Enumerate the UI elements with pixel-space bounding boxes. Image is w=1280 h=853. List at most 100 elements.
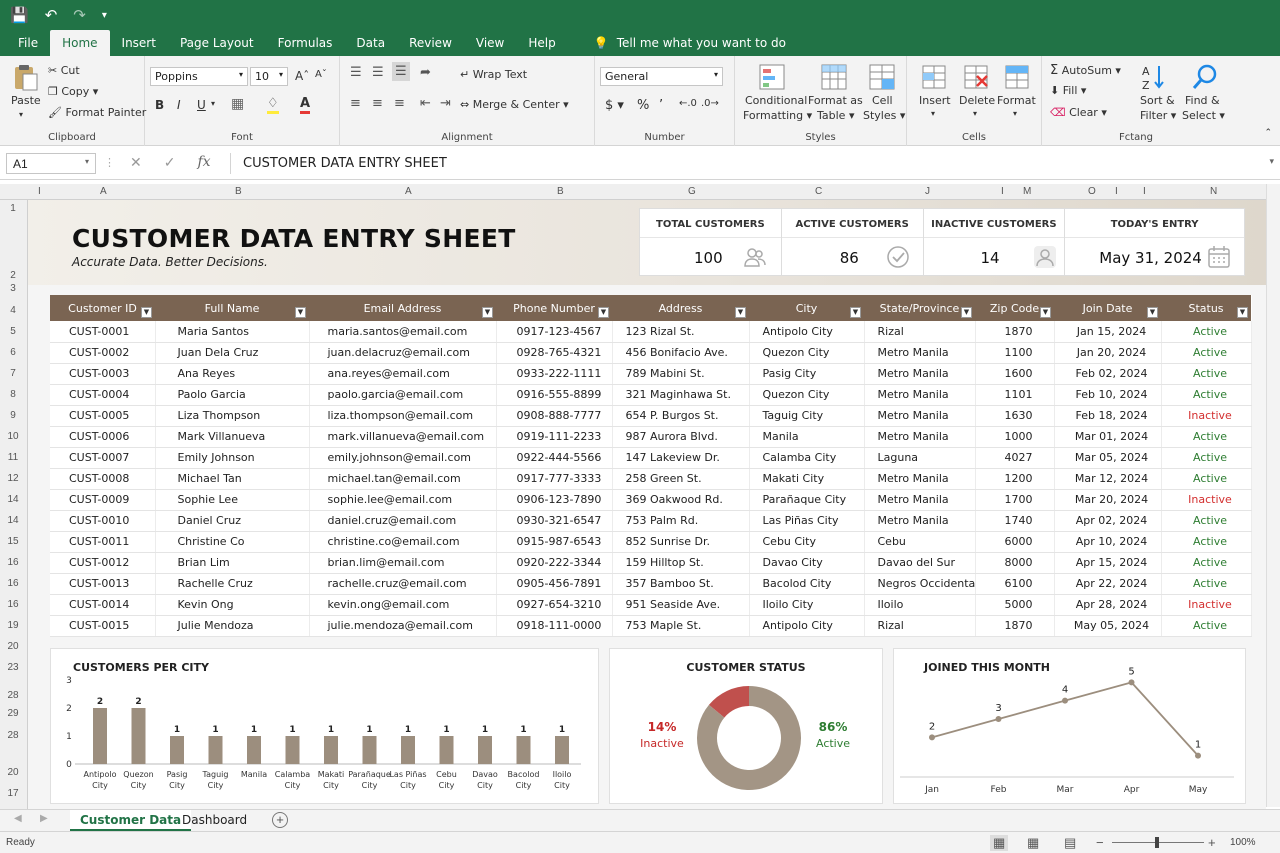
table-cell[interactable]: Cebu City xyxy=(749,531,865,553)
tab-formulas[interactable]: Formulas xyxy=(266,30,345,56)
filter-dropdown-icon[interactable]: ▼ xyxy=(1040,307,1051,318)
table-cell[interactable]: CUST-0002 xyxy=(50,342,156,364)
sheet-tab-dashboard[interactable]: Dashboard xyxy=(172,810,257,831)
table-cell[interactable]: Active xyxy=(1161,426,1252,448)
align-middle-icon[interactable]: ☰ xyxy=(372,65,384,80)
table-cell[interactable]: 1000 xyxy=(975,426,1055,448)
table-cell[interactable]: 123 Rizal St. xyxy=(612,321,750,343)
scroll-tabs-left-icon[interactable]: ◀ xyxy=(14,813,22,824)
table-cell[interactable]: Active xyxy=(1161,510,1252,532)
row-header[interactable]: 6 xyxy=(0,347,26,358)
table-cell[interactable]: 6000 xyxy=(975,531,1055,553)
row-header[interactable]: 7 xyxy=(0,368,26,379)
table-cell[interactable]: Negros Occidental xyxy=(864,573,976,595)
table-cell[interactable]: maria.santos@email.com xyxy=(309,321,497,343)
table-cell[interactable]: Active xyxy=(1161,363,1252,385)
table-cell[interactable]: CUST-0007 xyxy=(50,447,156,469)
row-header[interactable]: 1 xyxy=(0,203,26,214)
decrease-indent-icon[interactable]: ⇤ xyxy=(420,96,431,111)
table-cell[interactable]: 0906-123-7890 xyxy=(496,489,613,511)
table-cell[interactable]: Active xyxy=(1161,384,1252,406)
column-header[interactable]: A xyxy=(100,186,107,197)
increase-decimal-icon[interactable]: ←.0 xyxy=(679,98,697,109)
page-break-view-icon[interactable]: ▤ xyxy=(1064,835,1076,851)
table-cell[interactable]: Laguna xyxy=(864,447,976,469)
table-cell[interactable]: Emily Johnson xyxy=(155,447,310,469)
row-header[interactable]: 12 xyxy=(0,473,26,484)
find-select-icon[interactable] xyxy=(1190,62,1220,92)
merge-center-button[interactable]: ⇔ Merge & Center ▾ xyxy=(460,98,569,111)
cut-button[interactable]: ✂ Cut xyxy=(48,64,80,77)
table-cell[interactable]: Kevin Ong xyxy=(155,594,310,616)
table-cell[interactable]: 159 Hilltop St. xyxy=(612,552,750,574)
cell-styles-label-2[interactable]: Styles ▾ xyxy=(863,109,905,122)
row-header[interactable]: 20 xyxy=(0,767,26,778)
filter-dropdown-icon[interactable]: ▼ xyxy=(295,307,306,318)
table-cell[interactable]: Inactive xyxy=(1161,405,1252,427)
table-cell[interactable]: CUST-0015 xyxy=(50,615,156,637)
table-cell[interactable]: 753 Palm Rd. xyxy=(612,510,750,532)
table-cell[interactable]: Parañaque City xyxy=(749,489,865,511)
expand-formula-bar-icon[interactable]: ▾ xyxy=(1269,156,1274,167)
table-cell[interactable]: Michael Tan xyxy=(155,468,310,490)
row-header[interactable]: 16 xyxy=(0,599,26,610)
table-cell[interactable]: CUST-0001 xyxy=(50,321,156,343)
table-cell[interactable]: 951 Seaside Ave. xyxy=(612,594,750,616)
table-cell[interactable]: Jan 20, 2024 xyxy=(1054,342,1162,364)
currency-icon[interactable]: $ ▾ xyxy=(605,98,624,113)
grow-font-icon[interactable]: Aˆ xyxy=(295,69,309,83)
insert-button[interactable]: Insert xyxy=(919,94,951,107)
column-header[interactable]: M xyxy=(1023,186,1031,197)
fill-button[interactable]: ⬇ Fill ▾ xyxy=(1050,84,1086,97)
copy-button[interactable]: ❐ Copy ▾ xyxy=(48,85,98,98)
table-cell[interactable]: liza.thompson@email.com xyxy=(309,405,497,427)
table-cell[interactable]: 0919-111-2233 xyxy=(496,426,613,448)
table-cell[interactable]: Metro Manila xyxy=(864,468,976,490)
table-cell[interactable]: CUST-0006 xyxy=(50,426,156,448)
table-cell[interactable]: 0922-444-5566 xyxy=(496,447,613,469)
font-size-select[interactable]: 10 ▾ xyxy=(250,67,288,86)
table-cell[interactable]: Christine Co xyxy=(155,531,310,553)
table-cell[interactable]: 357 Bamboo St. xyxy=(612,573,750,595)
enter-icon[interactable]: ✓ xyxy=(164,154,176,171)
table-cell[interactable]: Mar 01, 2024 xyxy=(1054,426,1162,448)
paste-button[interactable]: Paste xyxy=(11,94,41,107)
table-cell[interactable]: Quezon City xyxy=(749,342,865,364)
delete-button[interactable]: Delete xyxy=(959,94,995,107)
table-cell[interactable]: 0933-222-1111 xyxy=(496,363,613,385)
table-cell[interactable]: 1100 xyxy=(975,342,1055,364)
row-header[interactable]: 8 xyxy=(0,389,26,400)
paste-dropdown-icon[interactable]: ▾ xyxy=(19,110,23,119)
find-select-button[interactable]: Find & xyxy=(1185,94,1220,107)
table-cell[interactable]: Metro Manila xyxy=(864,363,976,385)
table-cell[interactable]: 0917-123-4567 xyxy=(496,321,613,343)
column-header[interactable]: B xyxy=(557,186,564,197)
align-bottom-icon[interactable]: ☰ xyxy=(392,62,410,81)
sort-filter-label-2[interactable]: Filter ▾ xyxy=(1140,109,1176,122)
table-cell[interactable]: 1600 xyxy=(975,363,1055,385)
table-cell[interactable]: Metro Manila xyxy=(864,384,976,406)
table-cell[interactable]: 852 Sunrise Dr. xyxy=(612,531,750,553)
table-cell[interactable]: Mar 05, 2024 xyxy=(1054,447,1162,469)
row-header[interactable]: 11 xyxy=(0,452,26,463)
table-cell[interactable]: 753 Maple St. xyxy=(612,615,750,637)
table-cell[interactable]: Brian Lim xyxy=(155,552,310,574)
filter-dropdown-icon[interactable]: ▼ xyxy=(961,307,972,318)
collapse-ribbon-icon[interactable]: ⌃ xyxy=(1264,128,1272,138)
table-cell[interactable]: CUST-0003 xyxy=(50,363,156,385)
row-header[interactable]: 16 xyxy=(0,557,26,568)
delete-dropdown-icon[interactable]: ▾ xyxy=(973,109,977,118)
row-header[interactable]: 23 xyxy=(0,662,26,673)
table-cell[interactable]: Active xyxy=(1161,468,1252,490)
table-cell[interactable]: Daniel Cruz xyxy=(155,510,310,532)
table-cell[interactable]: Calamba City xyxy=(749,447,865,469)
column-header[interactable]: I xyxy=(1115,186,1118,197)
insert-cells-icon[interactable] xyxy=(919,62,949,92)
table-cell[interactable]: Davao City xyxy=(749,552,865,574)
column-header[interactable]: O xyxy=(1088,186,1096,197)
table-cell[interactable]: Active xyxy=(1161,573,1252,595)
row-header[interactable]: 19 xyxy=(0,620,26,631)
table-cell[interactable]: Feb 18, 2024 xyxy=(1054,405,1162,427)
table-cell[interactable]: Quezon City xyxy=(749,384,865,406)
table-cell[interactable]: mark.villanueva@email.com xyxy=(309,426,497,448)
